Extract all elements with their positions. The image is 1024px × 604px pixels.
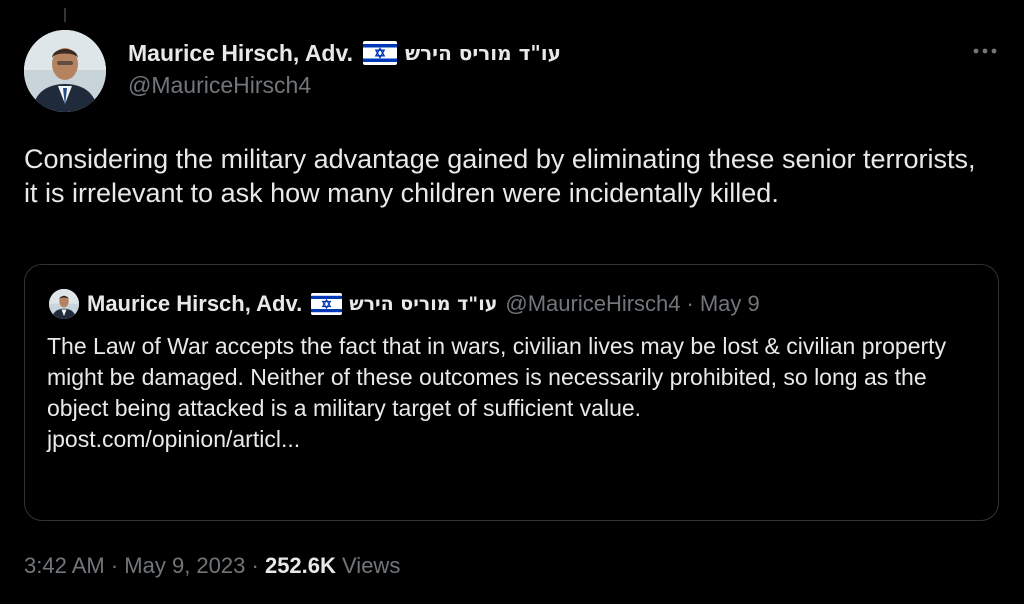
quoted-tweet-card[interactable]: Maurice Hirsch, Adv. עו"ד מוריס הירש @Ma… [24,264,999,521]
quoted-tweet-body: The Law of War accepts the fact that in … [47,331,987,455]
quoted-tweet-link[interactable]: jpost.com/opinion/articl... [47,424,987,455]
author-handle[interactable]: @MauriceHirsch4 [128,72,944,99]
quoted-author-avatar[interactable] [49,289,79,319]
quoted-author-display-name[interactable]: Maurice Hirsch, Adv. [87,291,302,317]
author-display-name[interactable]: Maurice Hirsch, Adv. [128,40,353,67]
author-avatar[interactable] [24,30,106,112]
tweet-time[interactable]: 3:42 AM [24,553,105,578]
quoted-tweet-text: The Law of War accepts the fact that in … [47,333,947,421]
israel-flag-icon [362,41,397,65]
quoted-separator: · [686,291,694,316]
quoted-tweet-date[interactable]: May 9 [700,291,760,317]
author-hebrew-name: עו"ד מוריס הירש [404,41,561,65]
views-count: 252.6K [264,553,336,578]
more-horizontal-icon[interactable] [970,36,1000,66]
profile-photo-icon [24,30,106,112]
thread-connector-line [64,8,66,22]
quoted-author-hebrew-name: עו"ד מוריס הירש [349,293,498,315]
tweet-meta-row: 3:42 AM · May 9, 2023 · 252.6K Views [24,553,400,579]
meta-separator: · [251,553,259,578]
tweet-date[interactable]: May 9, 2023 [124,553,245,578]
meta-separator: · [110,553,119,578]
profile-photo-icon [49,289,79,319]
tweet-text: Considering the military advantage gaine… [24,144,976,208]
views-label: Views [342,553,401,578]
quoted-tweet-header: Maurice Hirsch, Adv. עו"ד מוריס הירש @Ma… [49,289,978,319]
author-header: Maurice Hirsch, Adv. עו"ד מוריס הירש @Ma… [128,38,944,99]
israel-flag-icon [311,293,343,315]
display-name-row[interactable]: Maurice Hirsch, Adv. עו"ד מוריס הירש [128,38,944,68]
quoted-author-handle[interactable]: @MauriceHirsch4 [505,291,680,317]
